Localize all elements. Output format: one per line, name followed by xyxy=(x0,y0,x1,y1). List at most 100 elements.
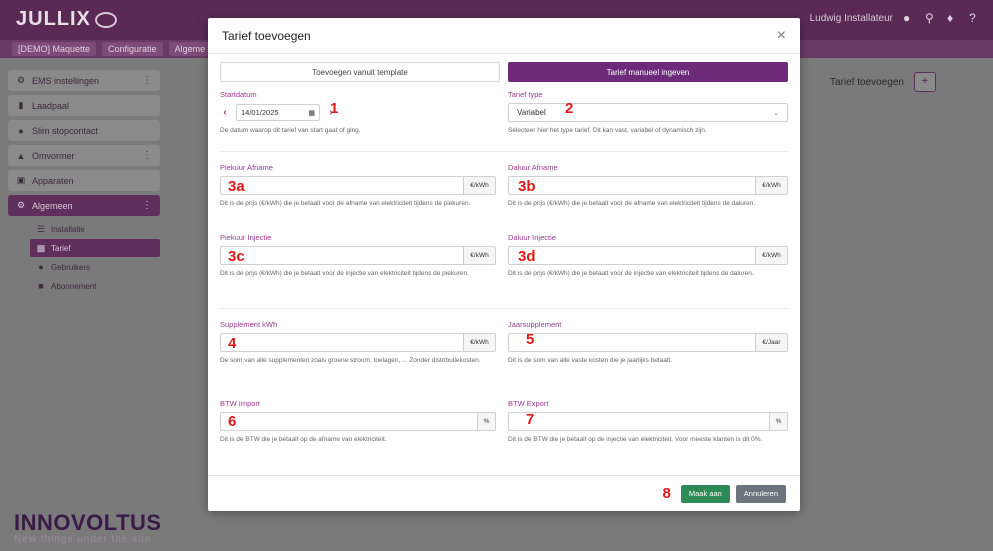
annotation-marker-3a: 3a xyxy=(228,178,245,195)
jaarsupplement-group: €/Jaar xyxy=(508,333,788,352)
chart-icon: ▩ xyxy=(36,242,46,253)
tarief-type-select[interactable]: Variabel ⌄ xyxy=(508,103,788,122)
supplement-kwh-input[interactable] xyxy=(221,334,463,351)
annotation-marker-7: 7 xyxy=(526,411,535,428)
logo-text: JULLIX xyxy=(16,8,91,30)
tarief-type-label: Tarief type xyxy=(508,90,543,99)
daluur-injectie-field: Daluur Injectie €/kWh Dit is de prijs (€… xyxy=(508,233,788,279)
breadcrumb-item-general[interactable]: Algeme xyxy=(168,42,212,56)
daluur-afname-field: Daluur Afname €/kWh Dit is de prijs (€/k… xyxy=(508,163,788,209)
piekuur-afname-input[interactable] xyxy=(221,177,463,194)
cancel-button[interactable]: Annuleren xyxy=(735,484,786,503)
daluur-afname-group: €/kWh xyxy=(508,176,788,195)
daluur-afname-label: Daluur Afname xyxy=(508,163,558,172)
sidebar-item-apparaten[interactable]: ▣ Apparaten xyxy=(8,170,160,191)
daluur-afname-unit: €/kWh xyxy=(755,177,787,194)
breadcrumb-item-home[interactable]: [DEMO] Maquette xyxy=(12,42,97,56)
tarief-type-help: Selecteer hier het type tarief. Dit kan … xyxy=(508,127,707,134)
add-tariff-area: Tarief toevoegen + xyxy=(830,72,936,92)
annotation-marker-3c: 3c xyxy=(228,248,245,265)
jaarsupplement-input[interactable] xyxy=(509,334,755,351)
mode-toggle: Toevoegen vanuit template Tarief manueel… xyxy=(220,62,788,82)
add-tariff-modal: Tarief toevoegen × Toevoegen vanuit temp… xyxy=(208,18,800,511)
save-button[interactable]: Maak aan xyxy=(680,484,730,503)
daluur-injectie-input[interactable] xyxy=(509,247,755,264)
calendar-icon[interactable]: ▦ xyxy=(308,109,315,117)
subscription-icon: ■ xyxy=(38,281,44,291)
sidebar-item-label: Algemeen xyxy=(32,200,73,211)
devices-icon: ▣ xyxy=(16,175,26,185)
piekuur-injectie-label: Piekuur Injectie xyxy=(220,233,272,242)
supplement-kwh-group: €/kWh xyxy=(220,333,496,352)
search-icon[interactable]: ⚲ xyxy=(925,12,937,24)
piekuur-afname-group: €/kWh xyxy=(220,176,496,195)
btw-import-field: BTW Import % Dit is de BTW die je betaal… xyxy=(220,399,496,445)
supplement-kwh-field: Supplement kWh €/kWh De som van alle sup… xyxy=(220,320,496,366)
daluur-afname-input[interactable] xyxy=(509,177,755,194)
sidebar-item-omvormer[interactable]: ▲ Omvormer ⋮ xyxy=(8,145,160,166)
btw-export-input[interactable] xyxy=(509,413,769,430)
template-mode-button[interactable]: Toevoegen vanuit template xyxy=(220,62,500,82)
divider xyxy=(220,308,788,309)
sidebar-subitem-tarief[interactable]: ▩ Tarief xyxy=(30,239,160,257)
btw-import-input[interactable] xyxy=(221,413,477,430)
sidebar-subitem-abonnement[interactable]: ■ Abonnement xyxy=(30,277,160,295)
sidebar-subitem-label: Abonnement xyxy=(51,281,97,291)
sidebar-subitem-gebruikers[interactable]: ● Gebruikers xyxy=(30,258,160,276)
sidebar-item-laadpaal[interactable]: ▮ Laadpaal xyxy=(8,95,160,116)
sidebar-subitem-installatie[interactable]: ☰ Installatie xyxy=(30,220,160,238)
more-icon[interactable]: ⋮ xyxy=(142,200,152,211)
jaarsupplement-label: Jaarsupplement xyxy=(508,320,562,329)
tarief-type-value: Variabel xyxy=(517,108,546,117)
sidebar-item-label: Apparaten xyxy=(32,175,74,186)
bell-icon[interactable]: ♦ xyxy=(947,12,959,24)
piekuur-afname-help: Dit is de prijs (€/kWh) die je betaalt v… xyxy=(220,200,471,207)
sidebar-item-label: Laadpaal xyxy=(32,100,70,111)
supplement-kwh-unit: €/kWh xyxy=(463,334,495,351)
sidebar-item-algemeen[interactable]: ⚙ Algemeen ⋮ xyxy=(8,195,160,216)
brand-name: INNOVOLTUS xyxy=(14,510,162,535)
more-icon[interactable]: ⋮ xyxy=(142,75,152,86)
app-logo[interactable]: JULLIX xyxy=(16,8,117,31)
previous-date-icon[interactable]: ‹ xyxy=(220,107,230,118)
piekuur-afname-unit: €/kWh xyxy=(463,177,495,194)
chevron-down-icon: ⌄ xyxy=(773,109,779,117)
add-tariff-button[interactable]: + xyxy=(913,72,936,92)
startdatum-input[interactable]: 14/01/2025 ▦ xyxy=(236,104,320,121)
btw-export-unit: % xyxy=(769,413,787,430)
modal-title: Tarief toevoegen xyxy=(222,28,311,43)
manual-mode-button[interactable]: Tarief manueel ingeven xyxy=(508,62,788,82)
user-icon[interactable]: ● xyxy=(903,12,915,24)
sidebar-item-label: Omvormer xyxy=(32,150,75,161)
piekuur-injectie-help: Dit is de prijs (€/kWh) die je betaalt v… xyxy=(220,270,469,277)
help-icon[interactable]: ? xyxy=(969,12,981,24)
sidebar-item-ems[interactable]: ⚙ EMS instellingen ⋮ xyxy=(8,70,160,91)
sidebar-item-label: EMS instellingen xyxy=(32,75,100,86)
user-name[interactable]: Ludwig Installateur xyxy=(810,13,893,24)
sidebar-item-label: Slim stopcontact xyxy=(32,125,99,136)
btw-export-help: Dit is de BTW die je betaalt op de injec… xyxy=(508,436,763,443)
jaarsupplement-field: Jaarsupplement €/Jaar Dit is de som van … xyxy=(508,320,788,366)
startdatum-label: Startdatum xyxy=(220,90,257,99)
annotation-marker-2: 2 xyxy=(565,100,574,117)
piekuur-injectie-input[interactable] xyxy=(221,247,463,264)
cog-icon: ⚙ xyxy=(16,200,26,210)
divider xyxy=(220,151,788,152)
btw-export-label: BTW Export xyxy=(508,399,549,408)
annotation-marker-3b: 3b xyxy=(518,178,536,195)
startdatum-field: Startdatum ‹ 14/01/2025 ▦ › De datum waa… xyxy=(220,90,496,136)
sidebar-item-stopcontact[interactable]: ● Slim stopcontact xyxy=(8,120,160,141)
close-icon[interactable]: × xyxy=(777,27,786,45)
breadcrumb-item-config[interactable]: Configuratie xyxy=(102,42,163,56)
more-icon[interactable]: ⋮ xyxy=(142,150,152,161)
supplement-kwh-label: Supplement kWh xyxy=(220,320,278,329)
installation-icon: ☰ xyxy=(36,223,46,234)
logo-swirl-icon xyxy=(94,11,117,28)
tarief-type-field: Tarief type Variabel ⌄ Selecteer hier he… xyxy=(508,90,788,136)
daluur-injectie-help: Dit is de prijs (€/kWh) die je betaalt v… xyxy=(508,270,754,277)
modal-header: Tarief toevoegen × xyxy=(208,18,800,54)
jaarsupplement-help: Dit is de som van alle vaste kosten die … xyxy=(508,357,673,364)
btw-import-label: BTW Import xyxy=(220,399,261,408)
btw-export-group: % xyxy=(508,412,788,431)
piekuur-injectie-field: Piekuur Injectie €/kWh Dit is de prijs (… xyxy=(220,233,496,279)
